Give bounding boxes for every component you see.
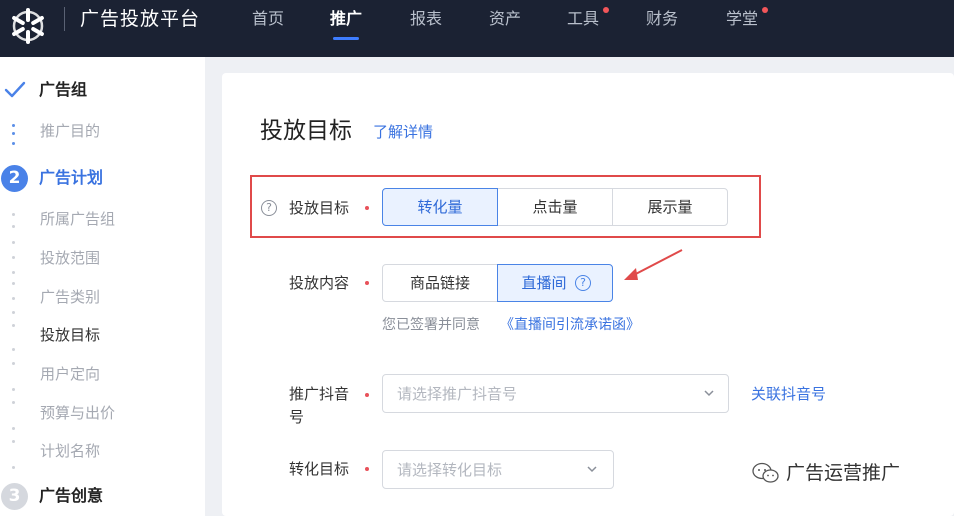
step-connector-dot: [12, 241, 15, 244]
goal-label: 投放目标: [289, 199, 350, 217]
brand-name: 广告投放平台: [80, 8, 201, 30]
nav-promotion[interactable]: 推广: [330, 8, 362, 30]
step2-number-badge: 2: [1, 165, 28, 192]
nav-tools[interactable]: 工具: [567, 8, 599, 30]
step-connector-dot: [12, 427, 15, 430]
step-connector-dot: [12, 324, 15, 327]
required-dot: [365, 281, 369, 285]
agreement-link[interactable]: 《直播间引流承诺函》: [500, 315, 640, 335]
content-option-live-room-label: 直播间: [521, 274, 567, 292]
sidebar-item-budget-bid[interactable]: 预算与出价: [40, 402, 115, 424]
goal-option-impressions[interactable]: 展示量: [612, 188, 728, 226]
step1-title[interactable]: 广告组: [39, 79, 87, 101]
douyin-label: 推广抖音: [289, 385, 350, 403]
help-icon[interactable]: ?: [261, 200, 277, 216]
checkmark-icon: [4, 80, 26, 104]
step-connector-dot: [12, 256, 15, 259]
sidebar-item-purpose[interactable]: 推广目的: [40, 120, 100, 142]
nav-academy[interactable]: 学堂: [726, 8, 758, 30]
annotation-arrow: [624, 249, 683, 280]
link-douyin-account-button[interactable]: 关联抖音号: [751, 383, 826, 405]
chevron-down-icon: [704, 390, 714, 397]
page-title: 投放目标: [260, 118, 352, 144]
step2-title[interactable]: 广告计划: [39, 167, 103, 189]
conversion-goal-select[interactable]: 请选择转化目标: [382, 450, 614, 489]
required-dot: [365, 206, 369, 210]
douyin-account-select[interactable]: 请选择推广抖音号: [382, 374, 729, 413]
learn-more-link[interactable]: 了解详情: [373, 121, 433, 143]
required-dot: [365, 467, 369, 471]
sidebar-item-placement[interactable]: 投放范围: [40, 247, 100, 269]
sidebar-item-ad-group[interactable]: 所属广告组: [40, 208, 115, 230]
live-room-help-icon[interactable]: ?: [575, 275, 591, 291]
step3-title[interactable]: 广告创意: [39, 485, 103, 507]
step-connector-dot: [12, 362, 15, 365]
step-connector-dot: [12, 282, 15, 285]
step-connector-dot: [12, 348, 15, 351]
nav-home[interactable]: 首页: [252, 8, 284, 30]
step-connector-dot: [12, 440, 15, 443]
douyin-label-wrap: 号: [289, 408, 305, 426]
brand-divider: [64, 7, 65, 31]
content-option-product-link[interactable]: 商品链接: [382, 264, 498, 302]
step-connector-dot: [12, 401, 15, 404]
chevron-down-icon: [587, 466, 597, 473]
step-connector-dot: [12, 142, 15, 145]
conversion-goal-placeholder: 请选择转化目标: [397, 461, 503, 479]
step-connector-dot: [12, 311, 15, 314]
nav-active-indicator: [333, 37, 359, 40]
top-nav-bar: 广告投放平台 首页 推广 报表 资产 工具 财务 学堂: [0, 0, 954, 57]
nav-reports[interactable]: 报表: [410, 8, 442, 30]
step-connector-dot: [12, 213, 15, 216]
nav-finance[interactable]: 财务: [646, 8, 678, 30]
step-connector-dot: [12, 132, 15, 135]
step-connector-dot: [12, 124, 15, 127]
content-option-live-room[interactable]: 直播间: [497, 264, 613, 302]
nav-academy-notification-dot: [762, 7, 768, 13]
step-sidebar: [0, 57, 205, 516]
goal-option-clicks[interactable]: 点击量: [497, 188, 613, 226]
watermark-text: 广告运营推广: [786, 462, 901, 484]
content-label: 投放内容: [289, 274, 350, 292]
step-connector-dot: [12, 271, 15, 274]
sidebar-item-targeting[interactable]: 用户定向: [40, 363, 100, 385]
step-connector-dot: [12, 297, 15, 300]
step3-number-badge: 3: [1, 483, 28, 510]
douyin-account-placeholder: 请选择推广抖音号: [397, 385, 518, 403]
required-dot: [365, 393, 369, 397]
step-connector-dot: [12, 388, 15, 391]
goal-option-conversions[interactable]: 转化量: [382, 188, 498, 226]
conversion-goal-label: 转化目标: [289, 460, 350, 478]
step-connector-dot: [12, 466, 15, 469]
agreement-text: 您已签署并同意: [382, 317, 480, 333]
aperture-logo-icon[interactable]: [6, 4, 50, 48]
step-connector-dot: [12, 225, 15, 228]
sidebar-item-ad-category[interactable]: 广告类别: [40, 286, 100, 308]
sidebar-item-goal[interactable]: 投放目标: [40, 324, 100, 346]
sidebar-item-plan-name[interactable]: 计划名称: [40, 440, 100, 462]
nav-tools-notification-dot: [603, 7, 609, 13]
wechat-icon: [752, 462, 779, 483]
nav-assets[interactable]: 资产: [489, 8, 521, 30]
